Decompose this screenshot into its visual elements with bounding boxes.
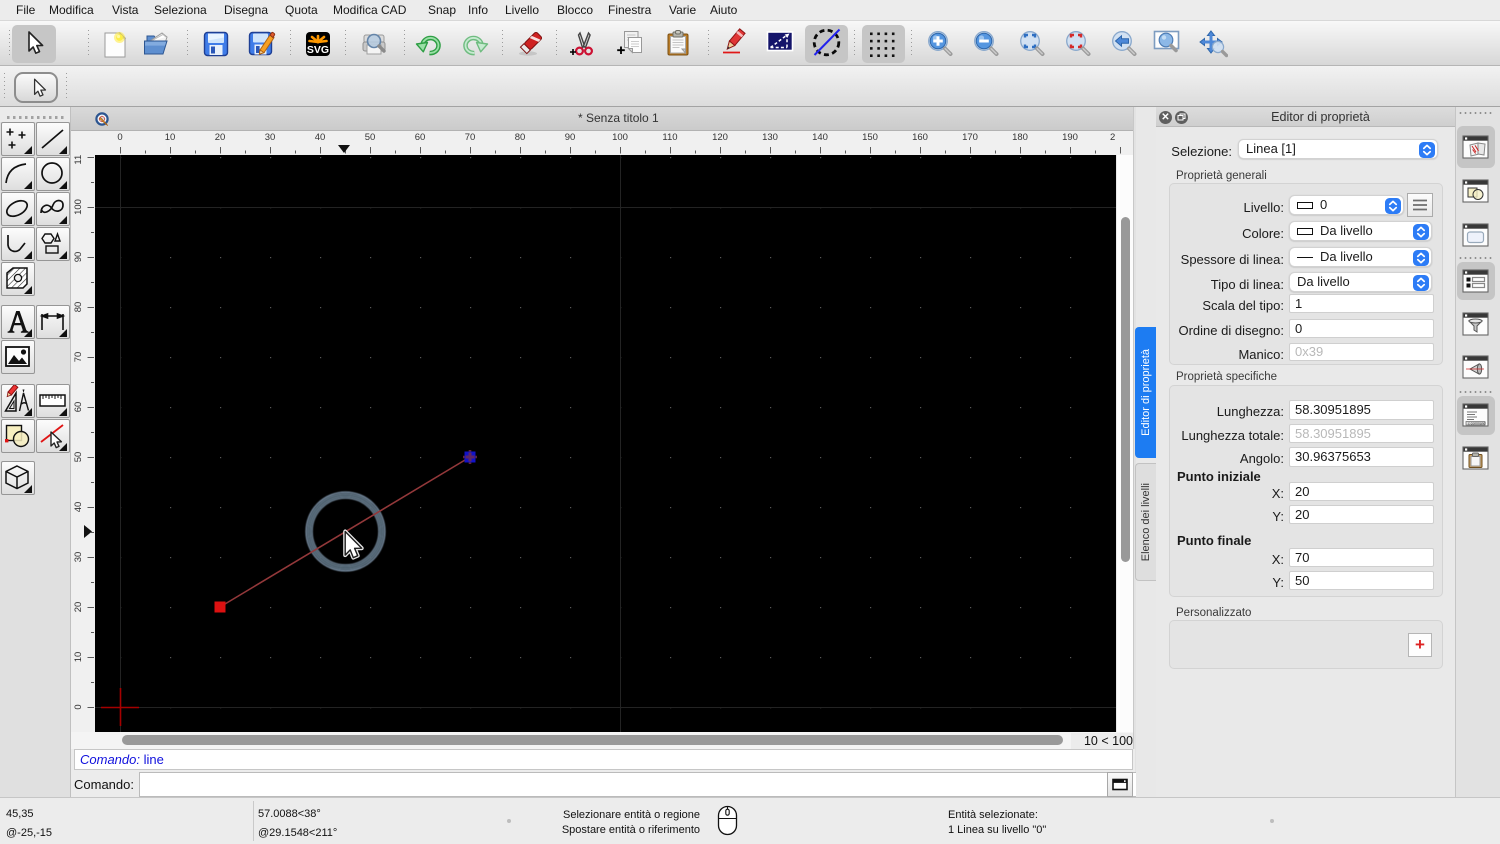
svg-text:SVG: SVG	[307, 44, 329, 56]
svg-text:c command: c command	[1468, 422, 1486, 426]
